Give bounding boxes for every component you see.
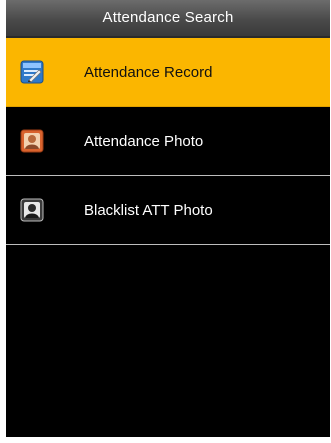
menu-item-blacklist-att-photo[interactable]: Blacklist ATT Photo — [6, 176, 330, 245]
blacklist-photo-icon — [20, 198, 44, 222]
menu-item-attendance-record[interactable]: Attendance Record — [6, 38, 330, 107]
device-screen: Attendance Search Attendance Record Atte… — [6, 0, 330, 437]
menu-item-label: Blacklist ATT Photo — [84, 201, 213, 219]
record-edit-icon — [20, 60, 44, 84]
attendance-search-menu: Attendance Record Attendance Photo Black… — [6, 38, 330, 245]
photo-icon — [20, 129, 44, 153]
screen-title: Attendance Search — [6, 0, 330, 38]
menu-item-label: Attendance Record — [84, 63, 213, 81]
menu-item-label: Attendance Photo — [84, 132, 204, 150]
menu-item-attendance-photo[interactable]: Attendance Photo — [6, 107, 330, 176]
